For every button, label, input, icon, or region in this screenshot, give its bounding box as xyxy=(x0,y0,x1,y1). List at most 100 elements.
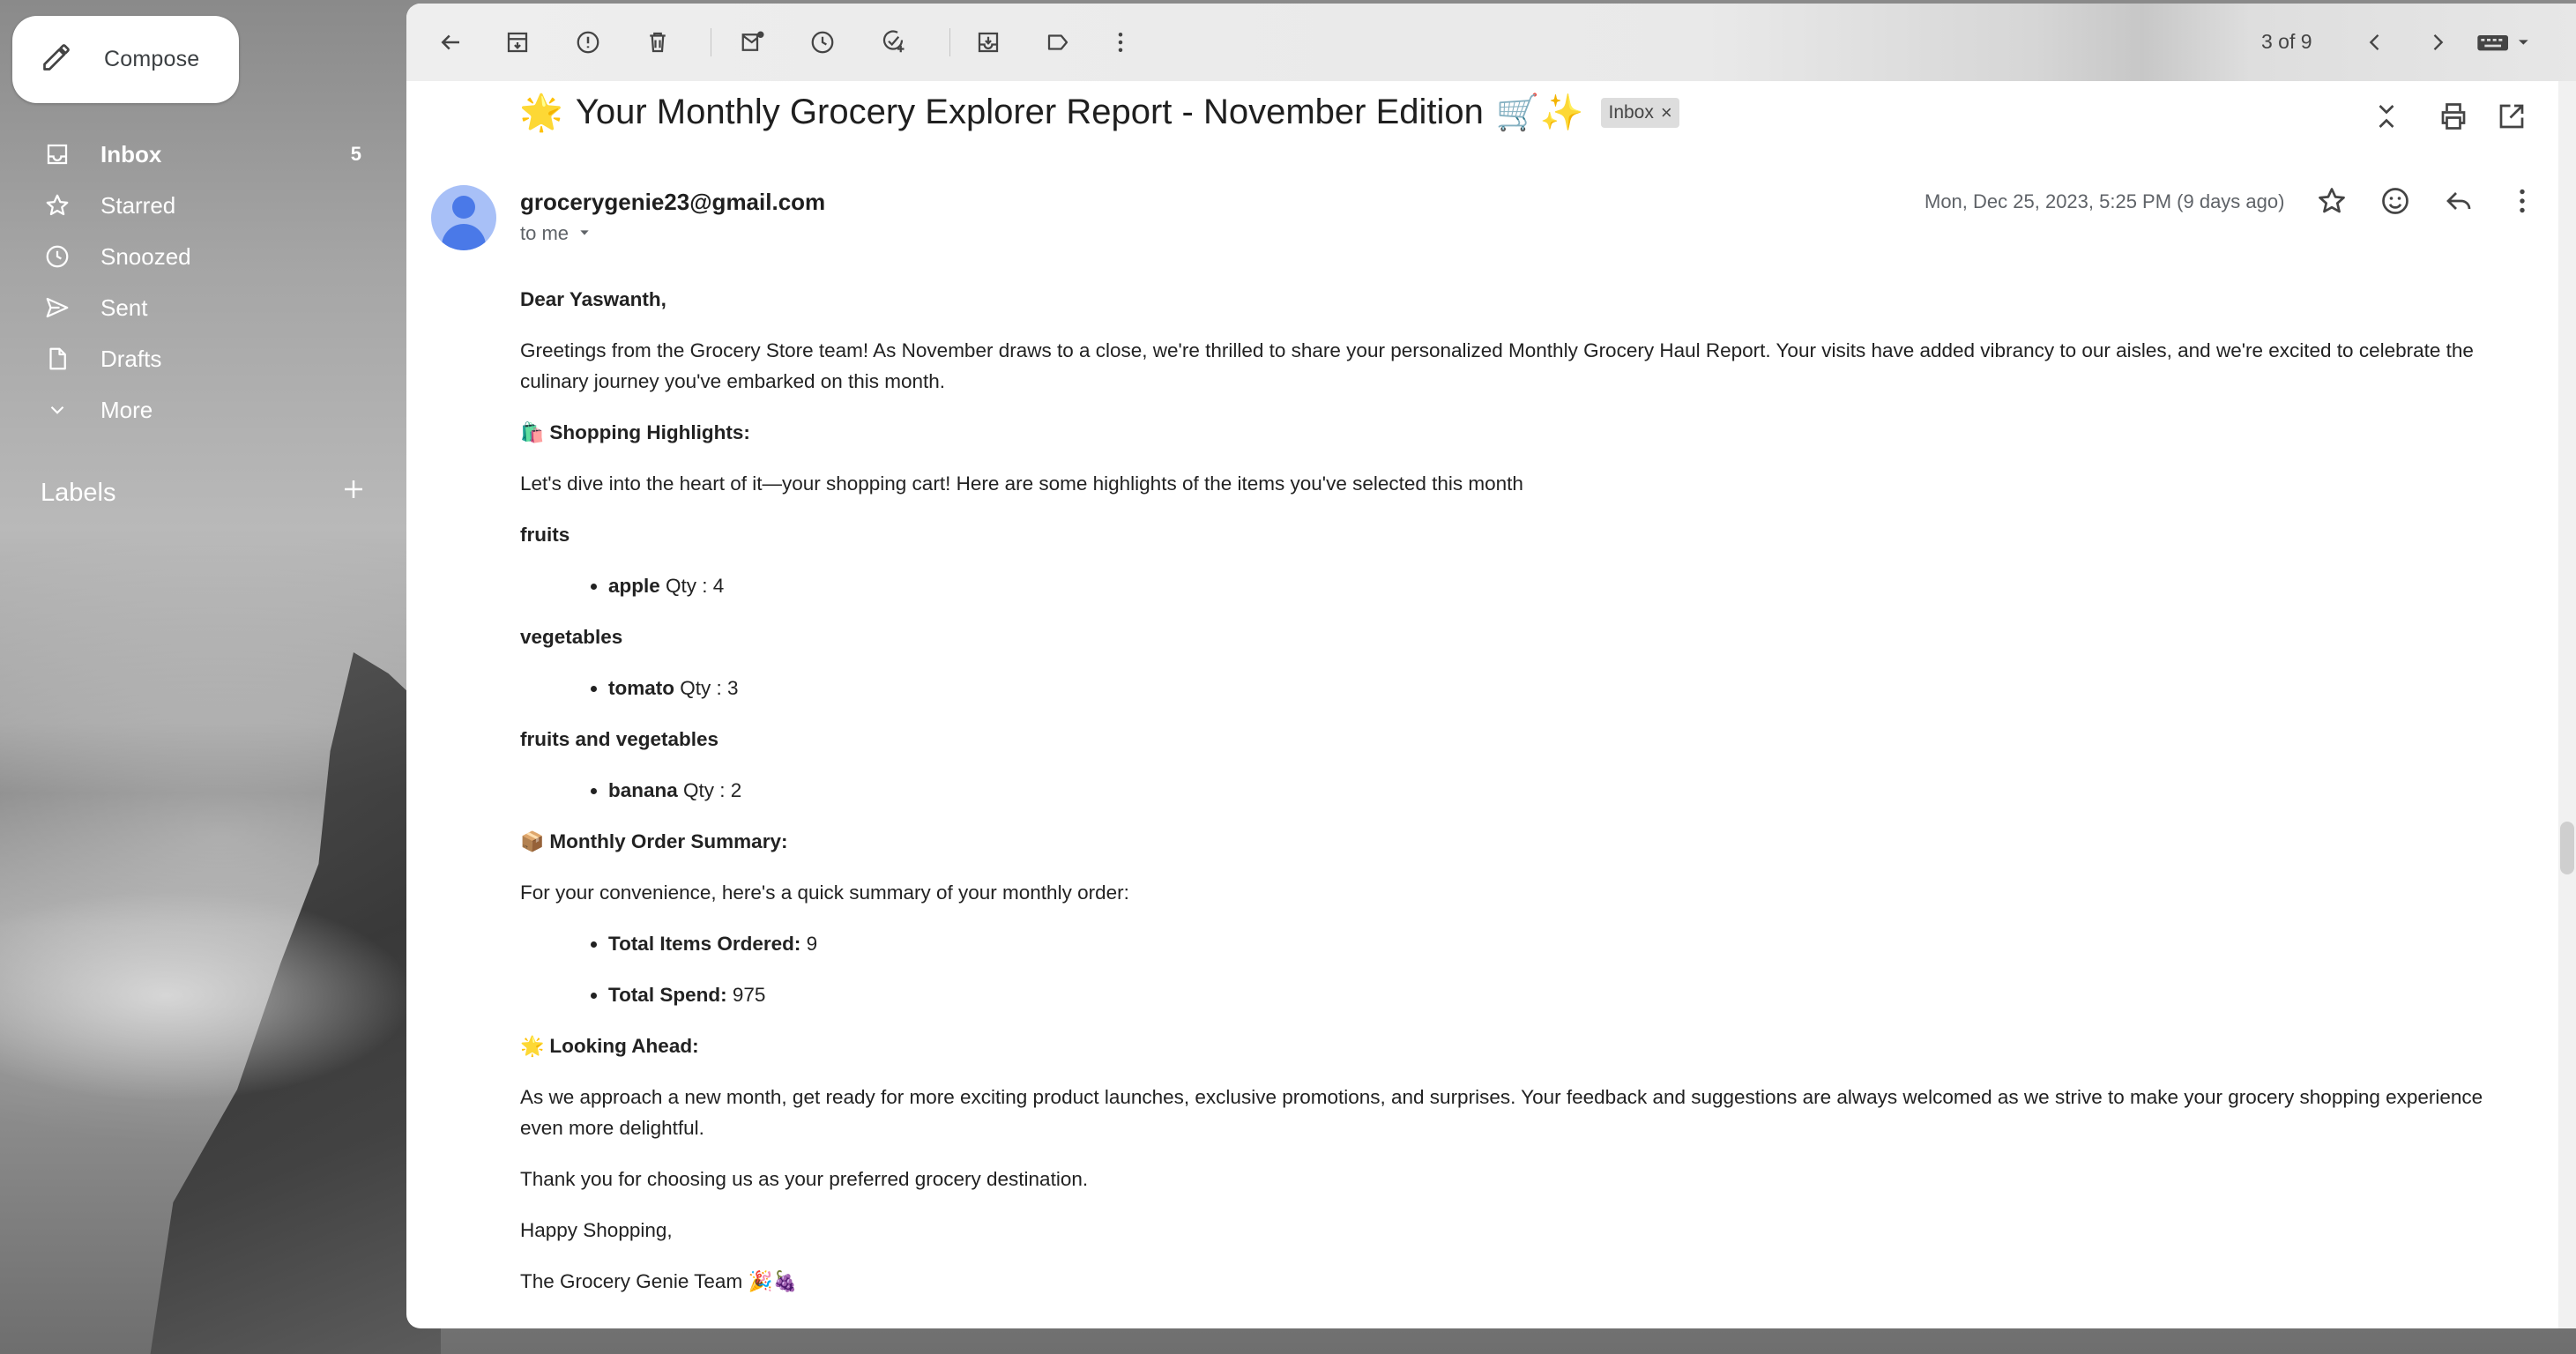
shopping-bags-emoji: 🛍️ xyxy=(520,421,545,443)
labels-title: Labels xyxy=(41,478,116,507)
section-heading: Looking Ahead: xyxy=(549,1035,699,1057)
move-to-icon[interactable] xyxy=(971,25,1006,60)
email-body: Dear Yaswanth, Greetings from the Grocer… xyxy=(520,284,2521,1317)
archive-icon[interactable] xyxy=(500,25,535,60)
sidebar-item-snoozed[interactable]: Snoozed xyxy=(0,231,388,282)
sender-email[interactable]: grocerygenie23@gmail.com xyxy=(520,189,825,216)
compose-label: Compose xyxy=(104,47,200,71)
scrollbar[interactable] xyxy=(2558,81,2576,1328)
signature-emoji: 🎉🍇 xyxy=(748,1270,798,1292)
category-name: vegetables xyxy=(520,626,623,648)
sidebar-item-label: Starred xyxy=(101,191,176,219)
email-toolbar: 3 of 9 xyxy=(406,4,2576,81)
chevron-down-icon xyxy=(42,395,72,425)
compose-button[interactable]: Compose xyxy=(12,16,239,103)
item-qty: Qty : 3 xyxy=(680,677,739,699)
intro-paragraph: Greetings from the Grocery Store team! A… xyxy=(520,339,2474,392)
star-emoji: 🌟 xyxy=(520,1035,545,1057)
sidebar-item-label: Snoozed xyxy=(101,242,191,270)
summary-value: 975 xyxy=(732,984,766,1006)
sidebar-item-starred[interactable]: Starred xyxy=(0,180,388,231)
older-icon[interactable] xyxy=(2420,25,2455,60)
section-heading: Monthly Order Summary: xyxy=(549,830,788,852)
snooze-icon[interactable] xyxy=(805,25,840,60)
sidebar-item-inbox[interactable]: Inbox 5 xyxy=(0,129,388,180)
report-spam-icon[interactable] xyxy=(570,25,606,60)
sidebar-item-label: More xyxy=(101,396,153,423)
add-label-icon[interactable] xyxy=(340,476,367,510)
greeting: Dear Yaswanth, xyxy=(520,288,666,310)
labels-section-header: Labels xyxy=(41,476,367,510)
item-name: tomato xyxy=(608,677,674,699)
keyboard-icon[interactable] xyxy=(2469,25,2540,60)
scrollbar-thumb[interactable] xyxy=(2560,822,2574,874)
pagination-count: 3 of 9 xyxy=(2261,30,2312,53)
sidebar-item-label: Sent xyxy=(101,294,148,321)
send-icon xyxy=(42,293,72,323)
category-item-list: banana Qty : 2 xyxy=(520,775,2521,806)
thanks-paragraph: Thank you for choosing us as your prefer… xyxy=(520,1168,1089,1190)
subject-emoji: 🛒✨ xyxy=(1495,93,1584,132)
remove-label-icon[interactable]: × xyxy=(1661,101,1672,124)
open-in-new-window-icon[interactable] xyxy=(2496,100,2528,132)
summary-intro: For your convenience, here's a quick sum… xyxy=(520,882,1129,904)
sidebar-item-drafts[interactable]: Drafts xyxy=(0,333,388,384)
email-view-panel: 3 of 9 🌟 Your Monthly Grocery Explorer R… xyxy=(406,4,2576,1328)
section-heading: Shopping Highlights: xyxy=(549,421,750,443)
emoji-reaction-icon[interactable] xyxy=(2379,185,2411,221)
inbox-icon xyxy=(42,139,72,169)
back-arrow-icon[interactable] xyxy=(433,25,468,60)
looking-ahead-paragraph: As we approach a new month, get ready fo… xyxy=(520,1086,2483,1139)
item-qty: Qty : 2 xyxy=(683,779,742,801)
list-item: tomato Qty : 3 xyxy=(608,673,2521,703)
reply-icon[interactable] xyxy=(2443,185,2475,221)
inbox-label-chip: Inbox × xyxy=(1601,97,1679,128)
email-subject: 🌟 Your Monthly Grocery Explorer Report -… xyxy=(519,92,1679,133)
sidebar-item-label: Inbox xyxy=(101,140,162,167)
pencil-icon xyxy=(41,41,72,78)
toolbar-divider xyxy=(949,28,950,56)
category-name: fruits and vegetables xyxy=(520,728,719,750)
category-name: fruits xyxy=(520,524,570,546)
summary-value: 9 xyxy=(806,933,818,955)
summary-label: Total Spend: xyxy=(608,984,727,1006)
mark-unread-icon[interactable] xyxy=(735,25,771,60)
more-vert-icon[interactable] xyxy=(2506,185,2538,221)
label-icon[interactable] xyxy=(1040,25,1076,60)
add-task-icon[interactable] xyxy=(875,25,911,60)
newer-icon[interactable] xyxy=(2357,25,2393,60)
highlights-intro: Let's dive into the heart of it—your sho… xyxy=(520,472,1523,495)
list-item: apple Qty : 4 xyxy=(608,570,2521,601)
item-name: apple xyxy=(608,575,660,597)
delete-icon[interactable] xyxy=(640,25,675,60)
summary-label: Total Items Ordered: xyxy=(608,933,801,955)
closing: Happy Shopping, xyxy=(520,1219,673,1241)
subject-text: Your Monthly Grocery Explorer Report - N… xyxy=(575,93,1484,131)
recipient-label: to me xyxy=(520,222,570,244)
recipient-details-toggle[interactable]: to me xyxy=(520,222,592,245)
sidebar-nav: Inbox 5 Starred Snoozed Sent Drafts More xyxy=(0,129,388,435)
draft-icon xyxy=(42,344,72,374)
email-date: Mon, Dec 25, 2023, 5:25 PM (9 days ago) xyxy=(1925,190,2285,212)
sidebar-item-more[interactable]: More xyxy=(0,384,388,435)
category-item-list: tomato Qty : 3 xyxy=(520,673,2521,703)
category-item-list: apple Qty : 4 xyxy=(520,570,2521,601)
expand-all-icon[interactable] xyxy=(2371,100,2402,132)
clock-icon xyxy=(42,242,72,272)
summary-list: Total Items Ordered: 9 Total Spend: 975 xyxy=(520,928,2521,1010)
avatar[interactable] xyxy=(431,185,496,250)
background-mist xyxy=(0,890,414,1102)
chip-label: Inbox xyxy=(1608,101,1654,123)
sidebar-item-sent[interactable]: Sent xyxy=(0,282,388,333)
star-icon xyxy=(42,190,72,220)
package-emoji: 📦 xyxy=(520,830,545,852)
item-qty: Qty : 4 xyxy=(666,575,725,597)
print-icon[interactable] xyxy=(2438,100,2469,132)
subject-emoji: 🌟 xyxy=(519,93,563,132)
list-item: Total Items Ordered: 9 xyxy=(608,928,2521,959)
unread-count-badge: 5 xyxy=(350,143,361,165)
star-icon[interactable] xyxy=(2316,185,2348,221)
list-item: banana Qty : 2 xyxy=(608,775,2521,806)
more-vert-icon[interactable] xyxy=(1103,25,1138,60)
caret-down-icon xyxy=(577,222,592,245)
